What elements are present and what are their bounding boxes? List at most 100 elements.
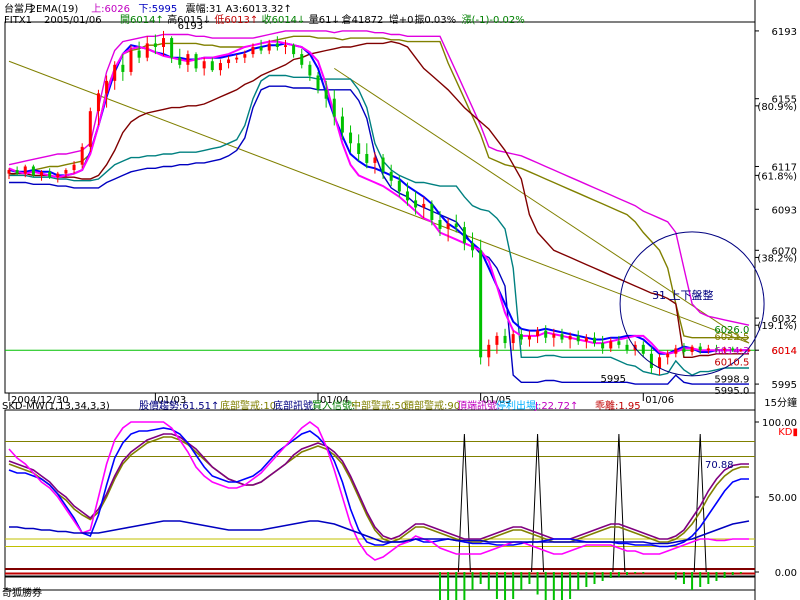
candle-body	[243, 54, 247, 58]
candle-body	[31, 166, 35, 176]
candle-body	[324, 89, 328, 99]
candle-body	[23, 166, 27, 174]
candle-body	[454, 223, 458, 228]
candle-body	[194, 54, 198, 69]
ind-legend-10: 乖離:1.95	[595, 399, 641, 412]
candle-body	[105, 80, 109, 94]
candle-body	[536, 330, 540, 336]
candle-body	[170, 38, 174, 58]
candle-body	[259, 46, 263, 51]
candle-body	[373, 157, 377, 163]
price-annotation: 5995.0	[714, 386, 749, 397]
candle-body	[609, 341, 613, 349]
candle-body	[235, 57, 239, 60]
header-row2-item-10: 漲(-1)-0.02%	[462, 14, 525, 26]
kd-label: KD▮	[778, 427, 798, 438]
ind-end-label: 70.88	[705, 460, 734, 471]
candle-body	[519, 334, 523, 340]
header-row1-item-5: A3:6013.32↑	[226, 4, 292, 15]
candle-body	[7, 170, 11, 174]
candle-body	[186, 54, 190, 65]
ind-tick-label: 0.00	[775, 568, 797, 579]
ind-legend-7: 頂端訊號:	[457, 399, 500, 412]
candle-body	[617, 341, 621, 345]
header-row1-item-3: 下:5995	[138, 4, 177, 15]
candle-body	[267, 43, 271, 51]
candle-body	[56, 173, 60, 178]
candle-body	[584, 337, 588, 342]
header-row2-item-0: FITX1	[4, 15, 32, 26]
candle-body	[218, 63, 222, 71]
price-tick-label: (38.2%)	[757, 253, 797, 264]
candle-body	[227, 59, 231, 64]
candle-body	[698, 346, 702, 351]
candle-body	[340, 116, 344, 133]
candle-body	[113, 64, 117, 81]
header-row2-item-2: 開6014↑	[120, 14, 164, 26]
candle-body	[625, 344, 629, 351]
last-close-label: 6014	[772, 346, 797, 357]
candle-body	[308, 64, 312, 76]
candle-body	[137, 50, 141, 58]
candle-body	[462, 227, 466, 244]
ind-tick-label: 50.00	[768, 493, 797, 504]
ind-legend-5: 中部警戒:50	[351, 399, 407, 412]
price-tick-label: 6193	[772, 27, 797, 38]
header-row2-item-6: 量61↓	[309, 14, 340, 26]
candle-body	[332, 98, 336, 117]
candle-body	[316, 75, 320, 90]
candle-body	[210, 61, 214, 71]
price-tick-label: (80.9%)	[757, 102, 797, 113]
candle-body	[446, 223, 450, 229]
candle-body	[544, 330, 548, 338]
header-row2-item-5: 收6014↓	[262, 13, 306, 26]
price-annotation: 6014.3	[714, 346, 749, 357]
candle-body	[527, 335, 531, 340]
header-row2-item-4: 低6013↑	[214, 13, 258, 26]
candle-body	[649, 353, 653, 369]
candle-body	[153, 43, 157, 47]
candle-body	[275, 43, 279, 47]
candle-body	[357, 143, 361, 154]
candle-body	[121, 64, 125, 72]
price-annotation: 6193	[178, 21, 203, 32]
ind-legend-6: 頭部警戒:90	[404, 399, 460, 412]
candle-body	[495, 335, 499, 345]
candle-body	[641, 344, 645, 354]
candle-body	[682, 348, 686, 352]
candle-body	[690, 346, 694, 352]
candle-body	[365, 153, 369, 163]
candle-body	[72, 164, 76, 171]
candle-body	[129, 50, 133, 72]
candle-body	[397, 180, 401, 192]
candle-body	[487, 344, 491, 358]
header-row1-item-1: 2EMA(19)	[30, 4, 79, 15]
price-annotation: 6010.5	[714, 357, 749, 368]
candle-body	[145, 43, 149, 58]
candle-body	[568, 335, 572, 340]
candle-body	[162, 38, 166, 47]
candle-body	[405, 191, 409, 201]
ind-legend-1: 股價趨勢:61.51↑	[139, 399, 219, 412]
price-tick-label: (19.1%)	[757, 321, 797, 332]
date-label: 01/06	[645, 395, 674, 406]
header-row2-item-7: 倉41872	[342, 13, 384, 26]
candle-body	[430, 203, 434, 220]
candle-body	[666, 353, 670, 358]
candle-body	[178, 57, 182, 65]
candle-body	[80, 146, 84, 165]
ind-legend-4: 買入信號:	[312, 399, 355, 412]
brand-label: 奇狐勝券	[2, 586, 42, 599]
consolidation-label: 31 上下盤整	[652, 288, 714, 302]
candle-body	[592, 337, 596, 344]
price-annotation: 6022.5	[714, 332, 749, 343]
candle-body	[292, 45, 296, 55]
candle-body	[88, 111, 92, 147]
candle-body	[300, 54, 304, 65]
candle-body	[389, 171, 393, 181]
price-tick-label: 5995	[772, 380, 797, 391]
candle-body	[674, 348, 678, 354]
ind-legend-0: SKD-MW(1,13,34,3,3)	[2, 401, 110, 412]
price-tick-label: 6093	[772, 205, 797, 216]
candle-body	[283, 45, 287, 47]
